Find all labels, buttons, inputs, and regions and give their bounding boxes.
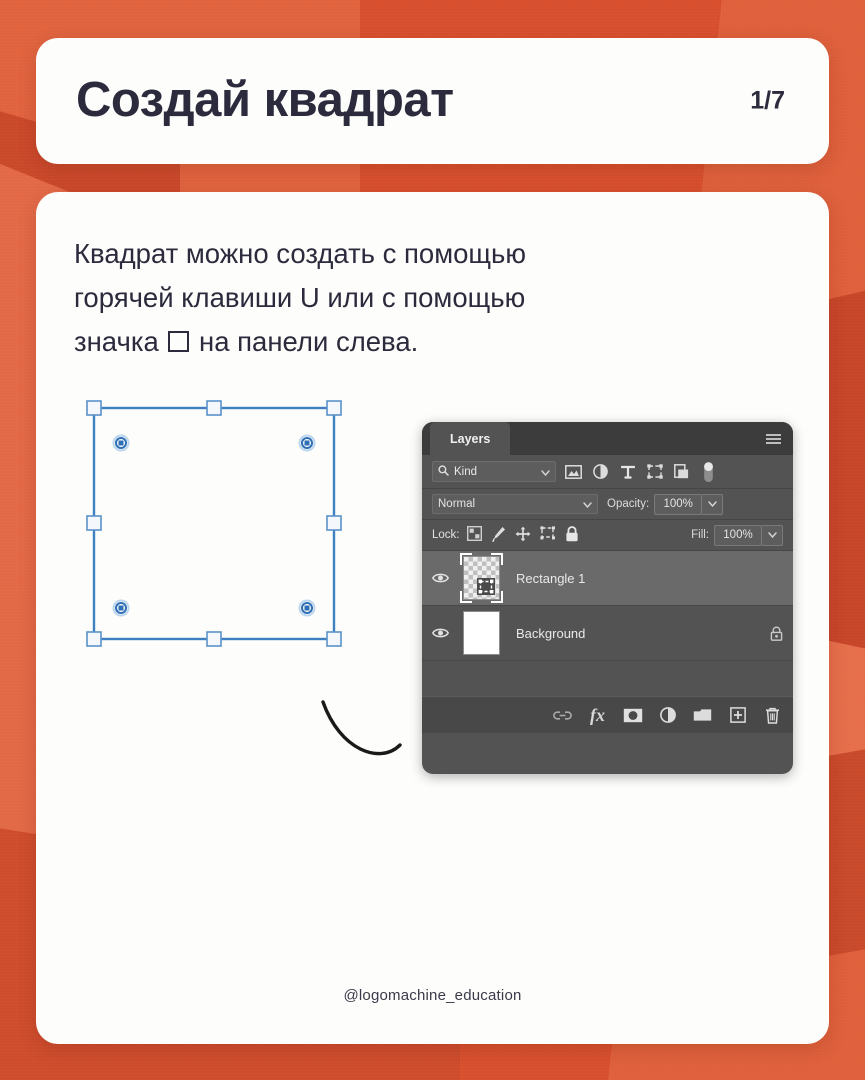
- page-title: Создай квадрат: [76, 72, 454, 127]
- handle-middle-left[interactable]: [86, 515, 102, 531]
- type-layer-icon[interactable]: [614, 461, 641, 482]
- layer-filter-row: Kind: [422, 455, 793, 489]
- anchor-bottom-right[interactable]: [298, 599, 316, 617]
- lock-transparent-pixels-icon[interactable]: [466, 525, 482, 544]
- panel-header: Layers: [422, 422, 793, 455]
- chevron-down-icon: [583, 497, 592, 511]
- fill-value: 100%: [723, 529, 753, 541]
- handle-bottom-left[interactable]: [86, 631, 102, 647]
- instruction-line-3-after: на панели слева.: [199, 326, 419, 357]
- new-group-icon[interactable]: [692, 705, 713, 726]
- magnifier-icon: [438, 464, 449, 479]
- layer-lock-indicator: [759, 626, 793, 641]
- layer-name: Rectangle 1: [516, 570, 586, 586]
- handle-top-center[interactable]: [206, 400, 222, 416]
- blend-opacity-row: Normal Opacity: 100%: [422, 489, 793, 520]
- chevron-down-icon: [541, 465, 550, 479]
- eye-icon: [431, 573, 449, 583]
- eye-icon: [431, 628, 449, 638]
- handle-bottom-right[interactable]: [326, 631, 342, 647]
- blend-mode-value: Normal: [438, 498, 476, 510]
- layer-mask-icon[interactable]: [622, 705, 643, 726]
- page-indicator: 1/7: [750, 86, 785, 115]
- filter-kind-dropdown[interactable]: Kind: [432, 461, 556, 482]
- handle-top-right[interactable]: [326, 400, 342, 416]
- layer-thumbnail-wrap: [458, 611, 504, 655]
- lock-position-icon[interactable]: [515, 526, 531, 545]
- lock-artboard-nesting-icon[interactable]: [539, 526, 556, 544]
- panel-bottom-toolbar: fx: [422, 696, 793, 733]
- opacity-value: 100%: [663, 498, 693, 510]
- layer-list: Rectangle 1 Background: [422, 551, 793, 661]
- instruction-text: Квадрат можно создать с помощью горячей …: [74, 232, 734, 364]
- layer-style-fx-icon[interactable]: fx: [587, 705, 608, 726]
- layer-visibility-toggle[interactable]: [422, 627, 458, 639]
- padlock-icon: [770, 626, 782, 641]
- instruction-line-2: горячей клавиши U или с помощью: [74, 282, 526, 313]
- handle-bottom-center[interactable]: [206, 631, 222, 647]
- lock-all-icon[interactable]: [565, 525, 579, 545]
- anchor-top-left[interactable]: [112, 434, 130, 452]
- lock-fill-row: Lock: Fill: 100%: [422, 520, 793, 551]
- layer-thumbnail: [459, 553, 503, 603]
- filter-toggle-switch[interactable]: [695, 461, 722, 482]
- layer-list-empty-space: [422, 661, 793, 696]
- handle-top-left[interactable]: [86, 400, 102, 416]
- square-illustration-svg: [86, 400, 342, 647]
- opacity-label: Opacity:: [607, 498, 650, 510]
- delete-layer-icon[interactable]: [762, 705, 783, 726]
- vector-anchor-points[interactable]: [112, 434, 316, 617]
- new-layer-icon[interactable]: [727, 705, 748, 726]
- opacity-stepper[interactable]: [702, 493, 724, 515]
- layer-row[interactable]: Background: [422, 606, 793, 661]
- filter-kind-label: Kind: [454, 465, 478, 478]
- anchor-bottom-left[interactable]: [112, 599, 130, 617]
- lock-label: Lock:: [432, 529, 460, 541]
- pixel-layer-icon[interactable]: [560, 461, 587, 482]
- layer-type-filter-icons: [560, 461, 722, 482]
- tab-layers-label: Layers: [450, 431, 491, 446]
- opacity-input[interactable]: 100%: [654, 493, 703, 515]
- vector-square-illustration: [74, 386, 374, 676]
- hamburger-menu-icon[interactable]: [766, 434, 781, 444]
- fill-label: Fill:: [691, 529, 709, 541]
- square-tool-glyph-icon: [168, 331, 190, 352]
- layer-row[interactable]: Rectangle 1: [422, 551, 793, 606]
- new-adjustment-layer-icon[interactable]: [657, 705, 678, 726]
- lock-options: [466, 525, 579, 545]
- vector-mask-brackets-icon: [459, 553, 503, 603]
- instruction-line-3-before: значка: [74, 326, 159, 357]
- instruction-line-1: Квадрат можно создать с помощью: [74, 238, 526, 269]
- fill-input[interactable]: 100%: [714, 524, 762, 546]
- title-card: Создай квадрат 1/7: [36, 38, 829, 164]
- shape-layer-icon[interactable]: [641, 461, 668, 482]
- adjustment-layer-icon[interactable]: [587, 461, 614, 482]
- anchor-top-right[interactable]: [298, 434, 316, 452]
- photoshop-layers-panel[interactable]: Layers Kind Normal Opacity: 100% Lock: F…: [422, 422, 793, 774]
- blend-mode-dropdown[interactable]: Normal: [432, 494, 598, 514]
- handle-middle-right[interactable]: [326, 515, 342, 531]
- layer-name: Background: [516, 625, 586, 641]
- layer-visibility-toggle[interactable]: [422, 572, 458, 584]
- instruction-line-3: значка на панели слева.: [74, 320, 734, 364]
- lock-image-pixels-icon[interactable]: [491, 526, 506, 545]
- layer-thumbnail: [462, 611, 500, 655]
- link-layers-icon[interactable]: [552, 705, 573, 726]
- shape-path: [92, 406, 336, 641]
- footer-handle: @logomachine_education: [343, 987, 522, 1004]
- fill-stepper[interactable]: [762, 524, 783, 546]
- smart-object-icon[interactable]: [668, 461, 695, 482]
- tab-layers[interactable]: Layers: [430, 422, 511, 455]
- layer-thumbnail-wrap: [458, 553, 504, 603]
